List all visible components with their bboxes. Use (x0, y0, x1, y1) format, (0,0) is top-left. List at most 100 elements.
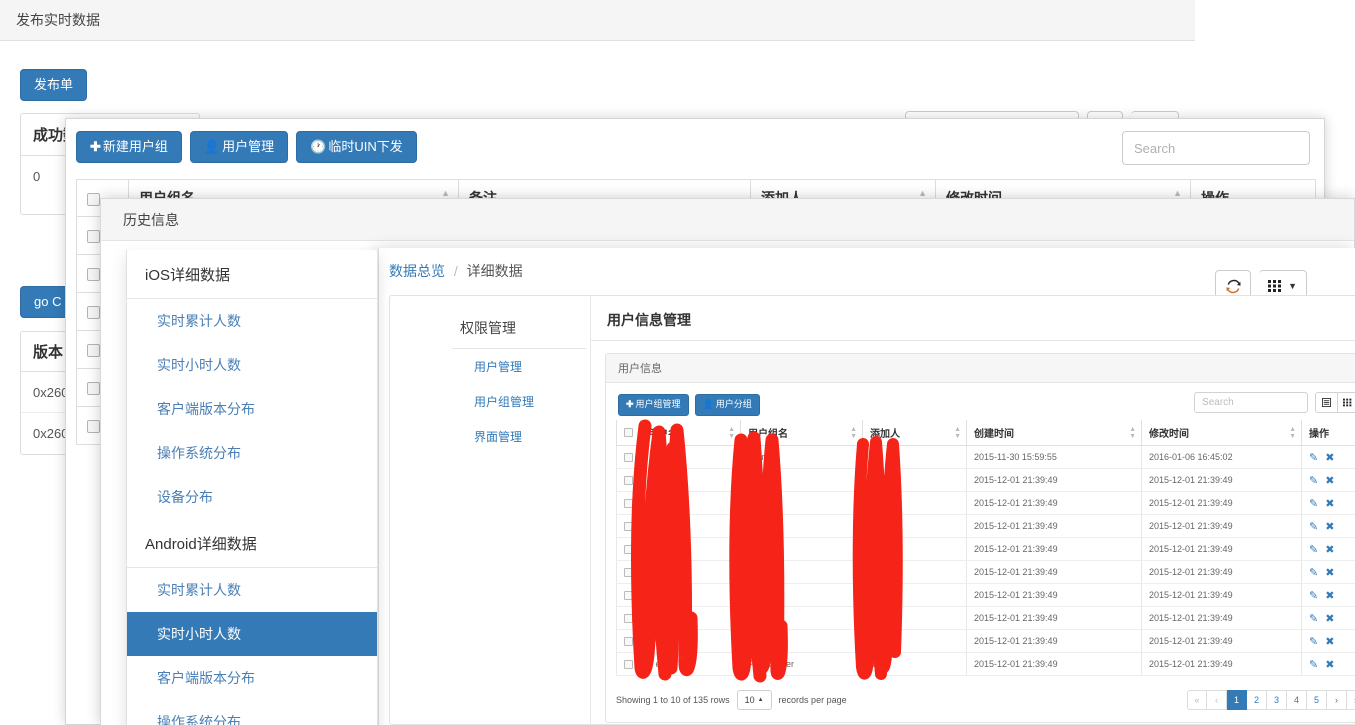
column-username[interactable]: 用户名▲▼ (641, 420, 741, 446)
pagination-item[interactable]: 1 (1227, 690, 1247, 710)
row-checkbox[interactable] (87, 268, 100, 281)
edit-icon[interactable]: ✎ (1309, 544, 1318, 556)
menu-item-android-realtime-cumulative[interactable]: 实时累计人数 (127, 568, 377, 612)
cell-create-time: 2015-12-01 21:39:49 (967, 630, 1142, 653)
close-icon[interactable]: ✖ (1325, 613, 1334, 625)
row-checkbox-cell[interactable] (617, 630, 641, 653)
table-row[interactable]: P er2015-12-01 21:39:492015-12-01 21:39:… (617, 607, 1355, 630)
close-icon[interactable]: ✖ (1325, 544, 1334, 556)
cell-modify-time: 2015-12-01 21:39:49 (1142, 584, 1302, 607)
close-icon[interactable]: ✖ (1325, 567, 1334, 579)
edit-icon[interactable]: ✎ (1309, 590, 1318, 602)
menu-item-ios-os-distribution[interactable]: 操作系统分布 (127, 431, 377, 475)
row-checkbox[interactable] (624, 637, 633, 646)
column-modify-time[interactable]: 修改时间▲▼ (1142, 420, 1302, 446)
records-per-page-select[interactable]: 10 ▲ (737, 690, 772, 710)
user-management-button[interactable]: 👤用户管理 (190, 131, 288, 163)
table-row[interactable]: P er2015-12-01 21:39:492015-12-01 21:39:… (617, 492, 1355, 515)
list-icon[interactable] (1315, 392, 1338, 413)
column-group-name[interactable]: 用户组名▲▼ (741, 420, 863, 446)
pagination-item[interactable]: ‹ (1207, 690, 1227, 710)
row-checkbox-cell[interactable] (617, 561, 641, 584)
close-icon[interactable]: ✖ (1325, 452, 1334, 464)
sidebar-item-user-group-management[interactable]: 用户组管理 (452, 384, 586, 419)
close-icon[interactable]: ✖ (1325, 521, 1334, 533)
table-row[interactable]: P er2015-12-01 21:39:492015-12-01 21:39:… (617, 469, 1355, 492)
table-row[interactable]: j w gPr er2015-12-01 21:39:492015-12-01 … (617, 630, 1355, 653)
row-checkbox[interactable] (87, 420, 100, 433)
user-group-management-button[interactable]: ✚用户组管理 (618, 394, 689, 416)
row-checkbox[interactable] (624, 660, 633, 669)
select-all-cell[interactable] (617, 420, 641, 446)
menu-item-android-os-distribution[interactable]: 操作系统分布 (127, 700, 377, 725)
sidebar-item-user-management[interactable]: 用户管理 (452, 349, 586, 384)
row-checkbox[interactable] (624, 476, 633, 485)
user-table-search-input[interactable] (1194, 392, 1308, 413)
row-checkbox[interactable] (87, 306, 100, 319)
edit-icon[interactable]: ✎ (1309, 521, 1318, 533)
row-checkbox[interactable] (624, 545, 633, 554)
row-checkbox[interactable] (624, 591, 633, 600)
edit-icon[interactable]: ✎ (1309, 659, 1318, 671)
pagination-item[interactable]: 2 (1247, 690, 1267, 710)
menu-item-ios-realtime-cumulative[interactable]: 实时累计人数 (127, 299, 377, 343)
grid-dropdown-button[interactable]: ▼ (1338, 392, 1355, 413)
close-icon[interactable]: ✖ (1325, 498, 1334, 510)
select-all-checkbox[interactable] (624, 428, 633, 437)
menu-item-ios-realtime-hourly[interactable]: 实时小时人数 (127, 343, 377, 387)
pagination-item[interactable]: 3 (1267, 690, 1287, 710)
row-checkbox[interactable] (624, 499, 633, 508)
row-checkbox[interactable] (624, 522, 633, 531)
row-checkbox[interactable] (87, 344, 100, 357)
row-checkbox-cell[interactable] (617, 515, 641, 538)
table-row[interactable]: P er2015-12-01 21:39:492015-12-01 21:39:… (617, 561, 1355, 584)
close-icon[interactable]: ✖ (1325, 636, 1334, 648)
new-user-group-button[interactable]: ✚新建用户组 (76, 131, 182, 163)
menu-item-ios-client-version[interactable]: 客户端版本分布 (127, 387, 377, 431)
table-row[interactable]: P er2015-12-01 21:39:492015-12-01 21:39:… (617, 515, 1355, 538)
menu-item-android-client-version[interactable]: 客户端版本分布 (127, 656, 377, 700)
row-checkbox[interactable] (87, 230, 100, 243)
edit-icon[interactable]: ✎ (1309, 498, 1318, 510)
row-checkbox-cell[interactable] (617, 492, 641, 515)
close-icon[interactable]: ✖ (1325, 590, 1334, 602)
pagination-item[interactable]: 5 (1307, 690, 1327, 710)
row-checkbox-cell[interactable] (617, 653, 641, 676)
edit-icon[interactable]: ✎ (1309, 636, 1318, 648)
row-checkbox-cell[interactable] (617, 469, 641, 492)
row-checkbox[interactable] (624, 614, 633, 623)
user-grouping-label: 用户分组 (716, 399, 752, 411)
row-checkbox-cell[interactable] (617, 607, 641, 630)
breadcrumb-root[interactable]: 数据总览 (389, 263, 445, 279)
edit-icon[interactable]: ✎ (1309, 475, 1318, 487)
user-group-search-input[interactable] (1122, 131, 1310, 165)
table-row[interactable]: n eluPr ject_ ner h2015-12-01 21:39:4920… (617, 653, 1355, 676)
pagination-item[interactable]: » (1347, 690, 1355, 710)
row-checkbox-cell[interactable] (617, 584, 641, 607)
row-checkbox-cell[interactable] (617, 446, 641, 469)
row-checkbox[interactable] (624, 568, 633, 577)
table-row[interactable]: P er2015-12-01 21:39:492015-12-01 21:39:… (617, 584, 1355, 607)
pagination-item[interactable]: 4 (1287, 690, 1307, 710)
row-checkbox-cell[interactable] (617, 538, 641, 561)
edit-icon[interactable]: ✎ (1309, 613, 1318, 625)
edit-icon[interactable]: ✎ (1309, 567, 1318, 579)
pagination-item[interactable]: « (1187, 690, 1207, 710)
table-row[interactable]: Se roup2015-11-30 15:59:552016-01-06 16:… (617, 446, 1355, 469)
pagination-item[interactable]: › (1327, 690, 1347, 710)
edit-icon[interactable]: ✎ (1309, 452, 1318, 464)
close-icon[interactable]: ✖ (1325, 659, 1334, 671)
temp-uin-dispatch-button[interactable]: 🕐临时UIN下发 (296, 131, 417, 163)
table-row[interactable]: P er2015-12-01 21:39:492015-12-01 21:39:… (617, 538, 1355, 561)
publish-order-button[interactable]: 发布单 (20, 69, 87, 101)
menu-item-android-realtime-hourly[interactable]: 实时小时人数 (127, 612, 377, 656)
column-adder[interactable]: 添加人▲▼ (863, 420, 967, 446)
select-all-checkbox[interactable] (87, 193, 100, 206)
row-checkbox[interactable] (87, 382, 100, 395)
user-grouping-button[interactable]: 👤用户分组 (695, 394, 760, 416)
sidebar-item-interface-management[interactable]: 界面管理 (452, 419, 586, 454)
column-create-time[interactable]: 创建时间▲▼ (967, 420, 1142, 446)
row-checkbox[interactable] (624, 453, 633, 462)
menu-item-ios-device-distribution[interactable]: 设备分布 (127, 475, 377, 519)
close-icon[interactable]: ✖ (1325, 475, 1334, 487)
